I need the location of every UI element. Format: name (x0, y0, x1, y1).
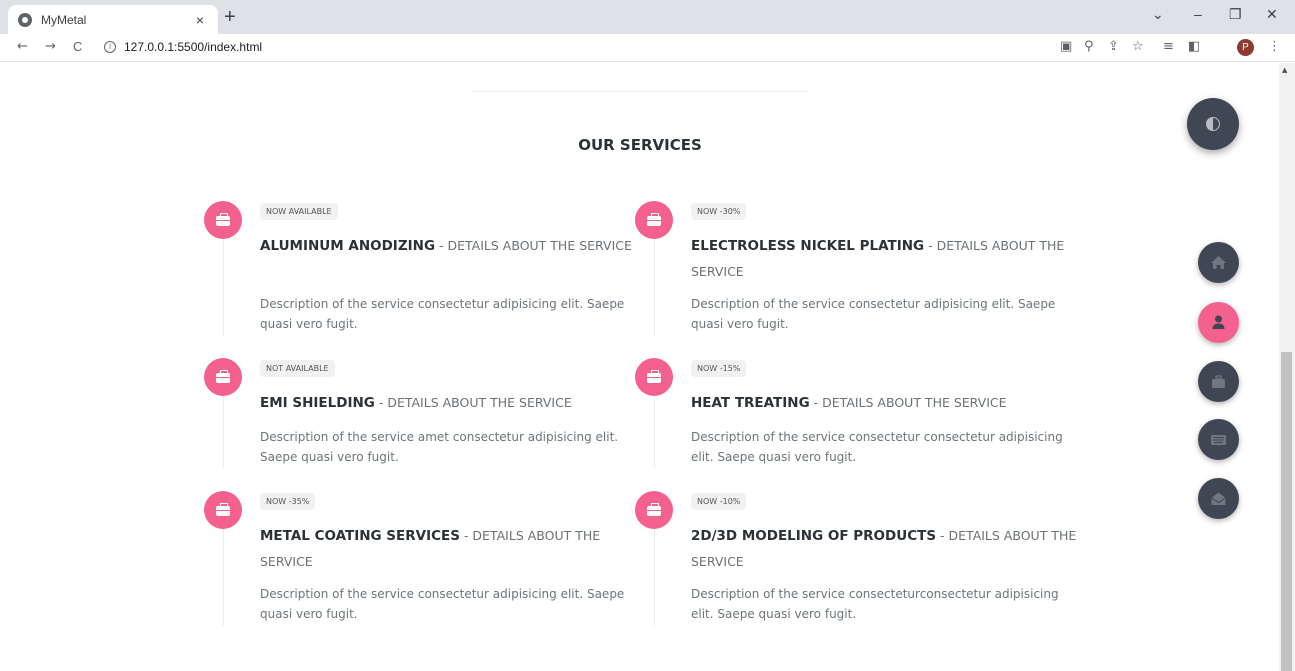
nav-contact-button[interactable] (1198, 419, 1239, 460)
service-name: ELECTROLESS NICKEL PLATING (691, 238, 925, 254)
briefcase-icon (635, 491, 673, 529)
home-icon (1211, 256, 1226, 269)
zoom-icon[interactable]: ⚲ (1084, 39, 1094, 54)
status-badge: NOT AVAILABLE (260, 360, 335, 377)
profile-avatar[interactable]: P (1237, 39, 1254, 56)
briefcase-icon (635, 358, 673, 396)
timeline-line (654, 390, 655, 468)
envelope-open-icon (1211, 492, 1226, 505)
service-name: 2D/3D MODELING OF PRODUCTS (691, 528, 937, 544)
translate-icon[interactable]: ▣ (1060, 39, 1072, 54)
service-item: NOW -10% 2D/3D MODELING OF PRODUCTS - DE… (635, 491, 1076, 626)
briefcase-icon (204, 358, 242, 396)
browser-menu-icon[interactable]: ⋮ (1268, 39, 1281, 54)
service-item: NOT AVAILABLE EMI SHIELDING - DETAILS AB… (204, 358, 618, 468)
browser-tab[interactable]: MyMetal × (8, 5, 218, 34)
service-name: EMI SHIELDING (260, 395, 375, 411)
theme-toggle-button[interactable] (1187, 98, 1239, 150)
address-bar[interactable]: 127.0.0.1:5500/index.html (124, 40, 262, 54)
browser-tab-strip: MyMetal × + ⌄ – ❐ ✕ (0, 0, 1295, 34)
tab-close-button[interactable]: × (192, 12, 208, 28)
section-divider (472, 91, 808, 92)
briefcase-icon (204, 201, 242, 239)
service-description: Description of the service amet consecte… (260, 430, 619, 464)
briefcase-icon (1212, 375, 1225, 388)
reload-button[interactable]: C (73, 39, 82, 54)
service-subtitle: - DETAILS ABOUT THE SERVICE (809, 395, 1007, 410)
service-item: NOW -30% ELECTROLESS NICKEL PLATING - DE… (635, 201, 1064, 336)
service-description: Description of the service consectetur a… (691, 297, 1056, 331)
restore-button[interactable]: ❐ (1229, 6, 1242, 23)
section-title: OUR SERVICES (578, 136, 702, 154)
share-icon[interactable]: ⇪ (1108, 39, 1119, 54)
service-description: Description of the service consectetur c… (691, 430, 1063, 464)
service-title: EMI SHIELDING - DETAILS ABOUT THE SERVIC… (260, 390, 650, 416)
service-item: NOW AVAILABLE ALUMINUM ANODIZING - DETAI… (204, 201, 632, 336)
service-description: Description of the service consectetur a… (260, 587, 625, 621)
timeline-line (654, 233, 655, 336)
site-info-icon[interactable]: i (104, 41, 116, 53)
keyboard-icon (1211, 435, 1226, 445)
service-title: HEAT TREATING - DETAILS ABOUT THE SERVIC… (691, 390, 1081, 416)
service-subtitle: - DETAILS ABOUT THE SERVICE (435, 238, 632, 253)
tab-search-button[interactable]: ⌄ (1152, 6, 1164, 23)
nav-mail-button[interactable] (1198, 478, 1239, 519)
service-item: NOW -35% METAL COATING SERVICES - DETAIL… (204, 491, 624, 626)
back-button[interactable]: ← (17, 39, 28, 54)
nav-services-button[interactable] (1198, 361, 1239, 402)
nav-about-button[interactable] (1198, 302, 1239, 343)
service-name: METAL COATING SERVICES (260, 528, 460, 544)
service-subtitle: - DETAILS ABOUT THE SERVICE (374, 395, 572, 410)
briefcase-icon (635, 201, 673, 239)
browser-toolbar: ← → C i 127.0.0.1:5500/index.html ▣ ⚲ ⇪ … (0, 34, 1295, 62)
scroll-up-arrow-icon[interactable]: ▲ (1282, 66, 1287, 74)
service-title: 2D/3D MODELING OF PRODUCTS - DETAILS ABO… (691, 523, 1081, 575)
service-name: ALUMINUM ANODIZING (260, 238, 436, 254)
forward-button[interactable]: → (45, 39, 56, 54)
contrast-icon (1206, 117, 1220, 131)
bookmark-star-icon[interactable]: ☆ (1132, 39, 1144, 54)
timeline-line (223, 523, 224, 626)
service-title: METAL COATING SERVICES - DETAILS ABOUT T… (260, 523, 650, 575)
tab-title: MyMetal (41, 12, 87, 27)
timeline-line (223, 233, 224, 336)
service-name: HEAT TREATING (691, 395, 810, 411)
status-badge: NOW -15% (691, 360, 747, 377)
status-badge: NOW -30% (691, 203, 747, 220)
timeline-line (223, 390, 224, 468)
status-badge: NOW AVAILABLE (260, 203, 338, 220)
service-description: Description of the service consectetur a… (260, 297, 625, 331)
service-title: ALUMINUM ANODIZING - DETAILS ABOUT THE S… (260, 233, 650, 259)
status-badge: NOW -35% (260, 493, 316, 510)
service-description: Description of the service consecteturco… (691, 587, 1059, 621)
service-title: ELECTROLESS NICKEL PLATING - DETAILS ABO… (691, 233, 1081, 285)
side-panel-icon[interactable]: ◧ (1188, 39, 1200, 54)
briefcase-icon (204, 491, 242, 529)
scrollbar-thumb[interactable] (1281, 352, 1292, 671)
reading-list-icon[interactable]: ≡ (1163, 39, 1174, 54)
timeline-line (654, 523, 655, 626)
globe-icon (18, 12, 32, 27)
minimize-button[interactable]: – (1194, 6, 1202, 22)
user-icon (1212, 315, 1225, 329)
status-badge: NOW -10% (691, 493, 747, 510)
new-tab-button[interactable]: + (224, 6, 236, 29)
service-item: NOW -15% HEAT TREATING - DETAILS ABOUT T… (635, 358, 1063, 468)
close-window-button[interactable]: ✕ (1266, 6, 1278, 23)
nav-home-button[interactable] (1198, 242, 1239, 283)
